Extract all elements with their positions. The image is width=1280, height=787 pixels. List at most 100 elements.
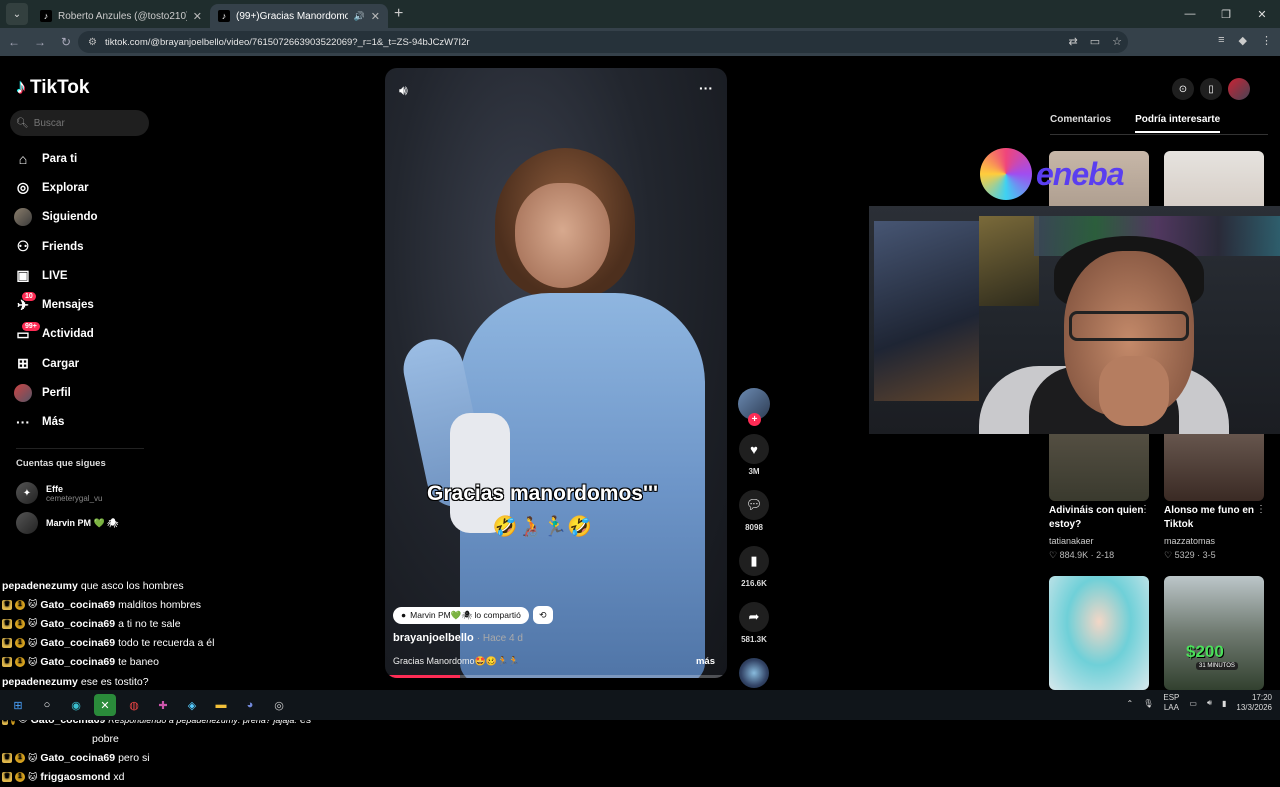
discord-icon[interactable]: ◕ bbox=[239, 694, 261, 716]
following-item[interactable]: Marvin PM 💚 🕷 bbox=[16, 508, 186, 538]
like-action[interactable]: ♥ 3M bbox=[736, 434, 772, 476]
file-explorer-icon[interactable]: ▬ bbox=[210, 694, 232, 716]
app-icon[interactable]: ◈ bbox=[181, 694, 203, 716]
sub-badge-icon: 1 bbox=[15, 618, 25, 629]
browser-tab-1[interactable]: ♪ Roberto Anzules (@tosto210) | ✕ bbox=[32, 4, 210, 28]
nav-item-perfil[interactable]: Perfil bbox=[14, 378, 174, 407]
forward-icon[interactable]: → bbox=[28, 35, 52, 49]
recommended-thumbnail[interactable]: $200 31 MINUTOS bbox=[1164, 576, 1264, 690]
follow-plus-icon[interactable]: + bbox=[748, 413, 761, 426]
chrome-icon[interactable]: ◍ bbox=[123, 694, 145, 716]
music-disc-icon[interactable] bbox=[739, 658, 769, 688]
slack-icon[interactable]: ✚ bbox=[152, 694, 174, 716]
recommended-thumbnail[interactable] bbox=[1049, 576, 1149, 690]
speaker-icon[interactable]: 🔊 bbox=[354, 11, 365, 22]
video-progress-fill bbox=[385, 675, 461, 678]
mic-icon[interactable]: 🎙︎ bbox=[1143, 699, 1153, 708]
save-count: 216.6K bbox=[741, 579, 767, 588]
bookmark-star-icon[interactable]: ☆ bbox=[1112, 35, 1122, 48]
chat-message: ♛ 1 🐱︎ Gato_cocina69 todo te recuerda a él bbox=[2, 634, 302, 653]
chat-username: friggaosmond bbox=[40, 771, 111, 784]
network-icon[interactable]: ▭ bbox=[1189, 699, 1197, 708]
close-window-icon[interactable]: ✕ bbox=[1244, 0, 1280, 28]
streamer-webcam-overlay bbox=[869, 206, 1280, 434]
heart-outline-icon: ♡ bbox=[1164, 550, 1173, 560]
comment-icon[interactable]: 💬︎ bbox=[739, 490, 769, 520]
address-bar[interactable]: ⚙ tiktok.com/@brayanjoelbello/video/7615… bbox=[78, 31, 1128, 53]
share-icon[interactable]: ➦ bbox=[739, 602, 769, 632]
nav-item-explorar[interactable]: ◎ Explorar bbox=[14, 173, 174, 202]
search-input[interactable] bbox=[33, 117, 144, 129]
obs-icon[interactable]: ◎ bbox=[268, 694, 290, 716]
nav-item-cargar[interactable]: ⊞ Cargar bbox=[14, 349, 174, 378]
nav-item-live[interactable]: ▣ LIVE bbox=[14, 261, 174, 290]
language-indicator[interactable]: ESP LAA bbox=[1163, 693, 1179, 713]
battery-icon[interactable]: ▮ bbox=[1222, 699, 1226, 708]
chevron-up-icon[interactable]: ⌃ bbox=[1127, 699, 1134, 708]
reload-icon[interactable]: ↻ bbox=[54, 35, 78, 49]
heart-icon[interactable]: ♥ bbox=[739, 434, 769, 464]
repost-icon[interactable]: ⟲ bbox=[532, 606, 553, 624]
eneba-mark-icon bbox=[980, 148, 1032, 200]
nav-item-friends[interactable]: ⚇ Friends bbox=[14, 232, 174, 261]
video-author[interactable]: brayanjoelbello · Hace 4 d bbox=[393, 632, 523, 644]
video-options-icon[interactable]: ··· bbox=[699, 80, 713, 96]
minimize-icon[interactable]: — bbox=[1172, 0, 1208, 28]
volume-icon[interactable]: 🔊︎ bbox=[399, 82, 408, 99]
avatar: ● bbox=[401, 610, 407, 620]
tab-list-icon[interactable]: ≡ bbox=[1218, 34, 1224, 47]
tab-comentarios[interactable]: Comentarios bbox=[1050, 114, 1111, 133]
card-author[interactable]: tatianakaer bbox=[1049, 536, 1094, 546]
browser-toolbar: ← → ↻ ⚙ tiktok.com/@brayanjoelbello/vide… bbox=[0, 28, 1280, 56]
xbox-icon[interactable]: ✕ bbox=[94, 694, 116, 716]
more-icon: ··· bbox=[16, 414, 30, 431]
tiktok-logo[interactable]: ♪ TikTok bbox=[16, 76, 89, 99]
chat-username: Gato_cocina69 bbox=[40, 637, 116, 650]
menu-kebab-icon[interactable]: ⋮ bbox=[1261, 34, 1272, 47]
more-link[interactable]: más bbox=[696, 656, 715, 667]
save-action[interactable]: ▮ 216.6K bbox=[736, 546, 772, 588]
translate-icon[interactable]: ⇄ bbox=[1069, 35, 1078, 48]
card-caption[interactable]: Alonso me funo en Tiktok bbox=[1164, 504, 1269, 532]
nav-item-para-ti[interactable]: ⌂ Para ti bbox=[14, 144, 174, 173]
user-avatar[interactable] bbox=[1228, 78, 1250, 100]
new-tab-button[interactable]: + bbox=[394, 5, 403, 23]
site-info-icon[interactable]: ⚙ bbox=[88, 37, 97, 48]
nav-item-actividad[interactable]: ▭ 99+ Actividad bbox=[14, 320, 174, 349]
share-action[interactable]: ➦ 581.3K bbox=[736, 602, 772, 644]
card-menu-icon[interactable]: ⋮ bbox=[1140, 504, 1150, 515]
divider bbox=[16, 448, 144, 449]
tab-search-button[interactable]: ⌄ bbox=[6, 3, 28, 25]
device-icon[interactable]: ▯ bbox=[1200, 78, 1222, 100]
chat-message: ♛ 1 🐱︎ friggaosmond xd bbox=[2, 768, 302, 787]
close-tab-icon[interactable]: ✕ bbox=[193, 10, 202, 23]
search-box[interactable]: 🔍︎ bbox=[10, 110, 149, 136]
clock[interactable]: 17:20 13/3/2026 bbox=[1236, 693, 1272, 713]
repost-pill[interactable]: ● Marvin PM💚🕷 lo compartió bbox=[393, 606, 529, 624]
bookmark-icon[interactable]: ▮ bbox=[739, 546, 769, 576]
browser-tab-2[interactable]: ♪ (99+)Gracias Manordomos 🔊 ✕ bbox=[210, 4, 388, 28]
nav-item-mas[interactable]: ··· Más bbox=[14, 408, 174, 437]
comment-action[interactable]: 💬︎ 8098 bbox=[736, 490, 772, 532]
video-progress-bar[interactable] bbox=[385, 675, 727, 678]
coin-icon[interactable]: ⊙ bbox=[1172, 78, 1194, 100]
card-menu-icon[interactable]: ⋮ bbox=[1256, 504, 1266, 515]
volume-icon[interactable]: 🔊︎ bbox=[1207, 698, 1212, 708]
tab-podria-interesarte[interactable]: Podría interesarte bbox=[1135, 114, 1221, 133]
restore-icon[interactable]: ❐ bbox=[1208, 0, 1244, 28]
back-icon[interactable]: ← bbox=[2, 35, 26, 49]
close-tab-icon[interactable]: ✕ bbox=[371, 10, 380, 23]
messages-badge: 10 bbox=[22, 292, 36, 302]
video-player[interactable]: 🔊︎ ··· Gracias manordomos''' 🤣🧑‍🦽🏃‍♂️🤣 ●… bbox=[385, 68, 727, 678]
extension-icon[interactable]: ◆ bbox=[1239, 34, 1247, 47]
nav-item-siguiendo[interactable]: Siguiendo bbox=[14, 203, 174, 232]
card-caption[interactable]: Adivináis con quien estoy? bbox=[1049, 504, 1154, 532]
card-author[interactable]: mazzatomas bbox=[1164, 536, 1215, 546]
following-item[interactable]: ✦ Effe cemeterygal_vu bbox=[16, 478, 186, 508]
creator-avatar[interactable]: + bbox=[738, 388, 770, 426]
nav-item-mensajes[interactable]: ✈ 10 Mensajes bbox=[14, 290, 174, 319]
start-icon[interactable]: ⊞ bbox=[7, 694, 29, 716]
edge-icon[interactable]: ◉ bbox=[65, 694, 87, 716]
search-icon[interactable]: ○ bbox=[36, 694, 58, 716]
cast-icon[interactable]: ▭ bbox=[1090, 35, 1100, 48]
